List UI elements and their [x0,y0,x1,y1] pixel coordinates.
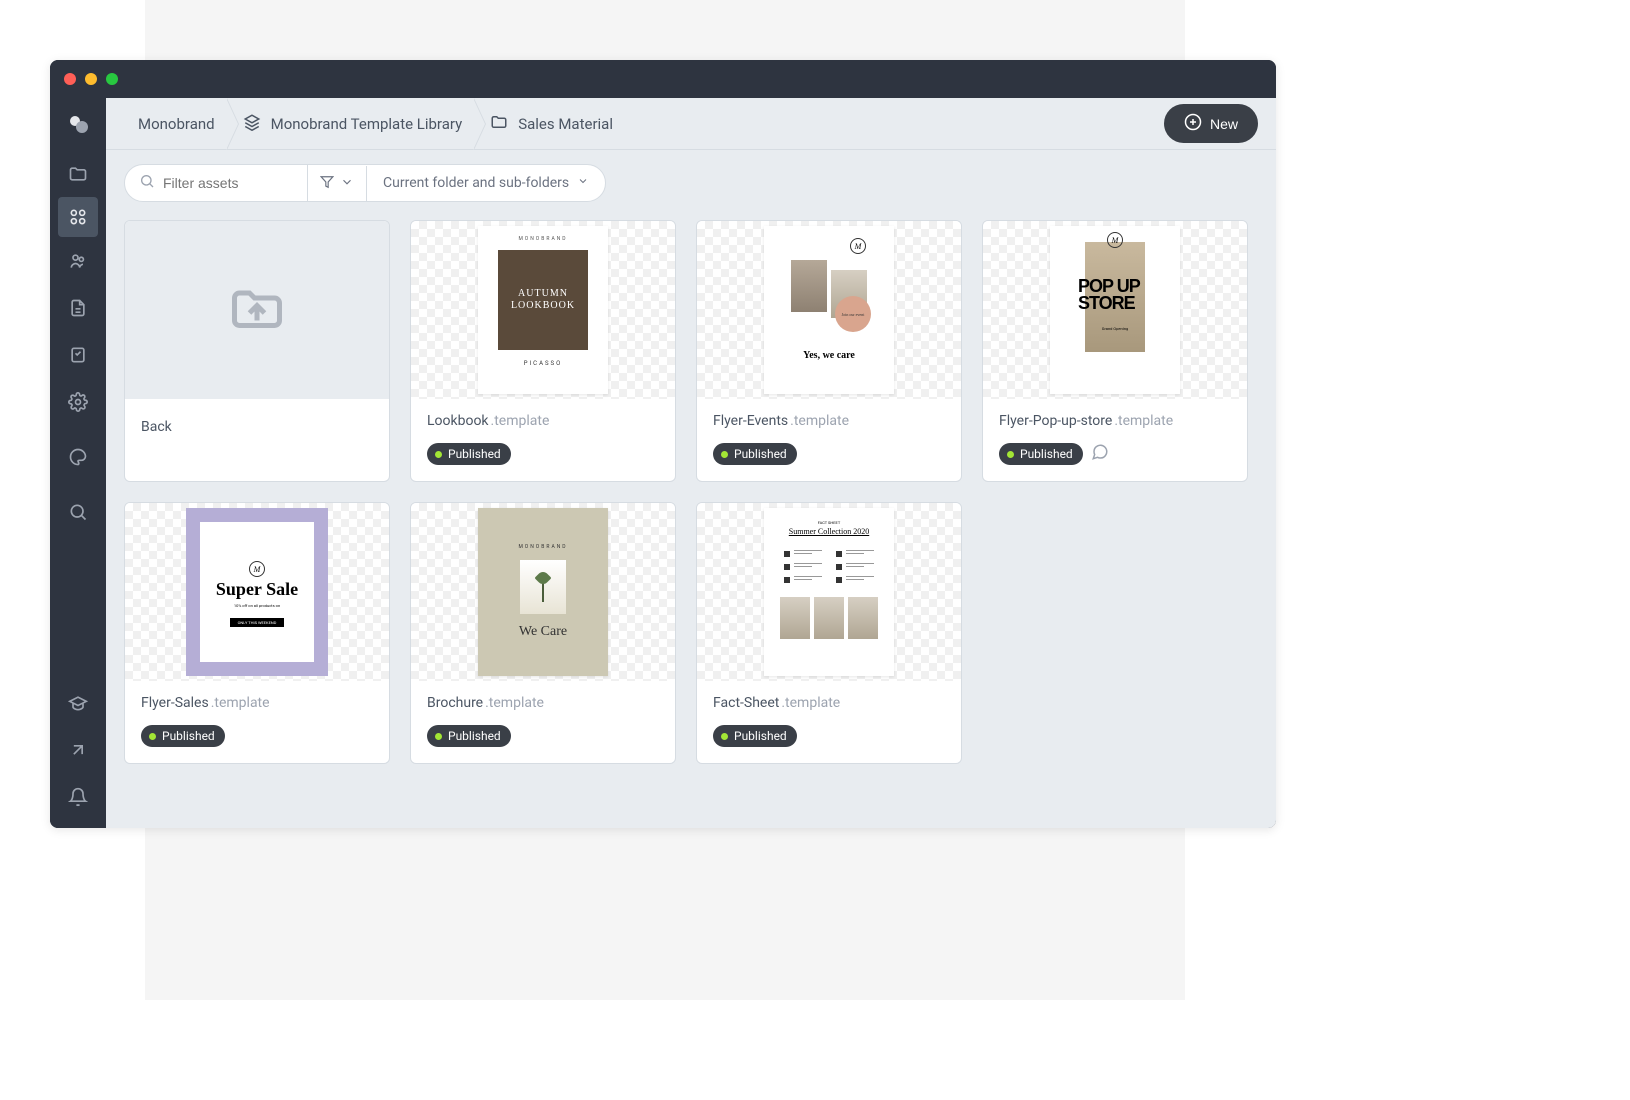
app-logo[interactable] [50,98,106,150]
status-label: Published [448,729,501,743]
filter-options-button[interactable] [308,166,367,201]
card-extension: .template [781,695,840,711]
card-name: Brochure [427,695,483,711]
card-extension: .template [790,413,849,429]
breadcrumbs: Monobrand Monobrand Template Library Sal… [124,98,1164,150]
template-card[interactable]: MSuper Sale10% off on all products onONL… [124,502,390,764]
filter-input-wrap [125,165,308,201]
status-dot [435,451,442,458]
template-card[interactable]: MONOBRANDWe Care Brochure.template Publi… [410,502,676,764]
status-label: Published [448,447,501,461]
template-card[interactable]: MJoin our eventYes, we care Flyer-Events… [696,220,962,482]
status-label: Published [1020,447,1073,461]
minimize-window-button[interactable] [85,73,97,85]
status-badge: Published [427,443,511,465]
card-name: Fact-Sheet [713,695,779,711]
folder-up-icon [222,278,292,342]
comment-icon[interactable] [1091,443,1109,465]
card-thumbnail: MPOP UP STOREGrand Opening [983,221,1247,399]
breadcrumb-label: Monobrand Template Library [271,115,463,133]
titlebar [50,60,1276,98]
template-card[interactable]: MONOBRANDAUTUMN LOOKBOOKPICASSO Lookbook… [410,220,676,482]
sidebar-templates[interactable] [58,197,98,237]
chevron-down-icon [340,174,354,193]
sidebar-folder[interactable] [50,150,106,197]
sidebar-expand[interactable] [50,726,106,773]
filter-input[interactable] [163,175,293,191]
card-name: Flyer-Events [713,413,788,429]
status-badge: Published [999,443,1083,465]
filterbar: Current folder and sub-folders [106,150,1276,216]
breadcrumb-folder[interactable]: Sales Material [476,98,627,150]
filter-scope-dropdown[interactable]: Current folder and sub-folders [367,167,605,199]
new-button-label: New [1210,116,1238,132]
sidebar-learn[interactable] [50,679,106,726]
card-thumbnail: MJoin our eventYes, we care [697,221,961,399]
status-badge: Published [427,725,511,747]
chevron-down-icon [577,175,589,191]
status-badge: Published [713,725,797,747]
card-extension: .template [485,695,544,711]
sidebar-search[interactable] [50,488,106,535]
status-dot [721,733,728,740]
new-button[interactable]: New [1164,104,1258,143]
status-label: Published [162,729,215,743]
sidebar [50,98,106,828]
maximize-window-button[interactable] [106,73,118,85]
status-dot [1007,451,1014,458]
template-card[interactable]: MPOP UP STOREGrand Opening Flyer-Pop-up-… [982,220,1248,482]
card-extension: .template [211,695,270,711]
status-label: Published [734,447,787,461]
status-badge: Published [141,725,225,747]
topbar: Monobrand Monobrand Template Library Sal… [106,98,1276,150]
back-card[interactable]: Back [124,220,390,482]
grid-area: Back MONOBRANDAUTUMN LOOKBOOKPICASSO Loo… [106,216,1276,828]
main-area: Monobrand Monobrand Template Library Sal… [106,98,1276,828]
card-thumbnail: MONOBRANDAUTUMN LOOKBOOKPICASSO [411,221,675,399]
sidebar-palette[interactable] [50,433,106,480]
card-thumbnail: MSuper Sale10% off on all products onONL… [125,503,389,681]
sidebar-settings[interactable] [50,378,106,425]
close-window-button[interactable] [64,73,76,85]
status-dot [435,733,442,740]
status-dot [149,733,156,740]
search-icon [139,173,155,193]
card-name: Lookbook [427,413,489,429]
breadcrumb-root[interactable]: Monobrand [124,98,229,150]
filter-scope-label: Current folder and sub-folders [383,175,569,191]
sidebar-tasks[interactable] [50,331,106,378]
app-window: Monobrand Monobrand Template Library Sal… [50,60,1276,828]
card-thumbnail: MONOBRANDWe Care [411,503,675,681]
sidebar-notifications[interactable] [50,773,106,820]
folder-icon [490,113,508,135]
status-badge: Published [713,443,797,465]
breadcrumb-label: Sales Material [518,115,613,133]
card-extension: .template [1114,413,1173,429]
card-extension: .template [491,413,550,429]
card-thumbnail: FACT SHEETSummer Collection 2020 [697,503,961,681]
card-name: Flyer-Pop-up-store [999,413,1112,429]
sidebar-document[interactable] [50,284,106,331]
plus-icon [1184,113,1202,134]
back-label: Back [141,419,373,435]
breadcrumb-library[interactable]: Monobrand Template Library [229,98,477,150]
stack-icon [243,113,261,135]
breadcrumb-label: Monobrand [138,115,215,133]
template-card[interactable]: FACT SHEETSummer Collection 2020 Fact-Sh… [696,502,962,764]
sidebar-users[interactable] [50,237,106,284]
card-name: Flyer-Sales [141,695,209,711]
status-label: Published [734,729,787,743]
status-dot [721,451,728,458]
funnel-icon [320,174,334,193]
